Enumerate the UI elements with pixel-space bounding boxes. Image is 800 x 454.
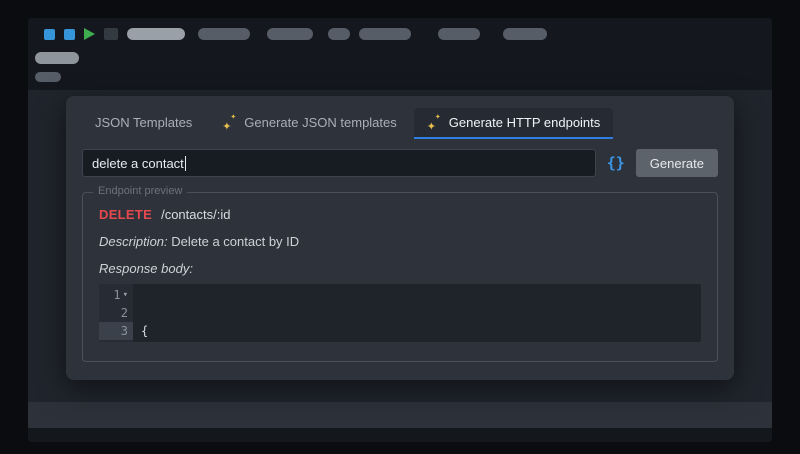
app-window: JSON Templates ✦✦ Generate JSON template… [28,18,772,442]
templates-dialog: JSON Templates ✦✦ Generate JSON template… [66,96,734,380]
blue-square-icon [44,29,55,40]
redacted-button[interactable] [503,28,547,40]
response-body-label: Response body: [99,261,193,276]
generate-button[interactable]: Generate [636,149,718,177]
toolbar [28,18,772,90]
redacted-button[interactable] [267,28,313,40]
endpoint-method-line: DELETE /contacts/:id [99,207,701,222]
gutter-line-3: 3 [99,322,133,340]
code-line: { [141,322,701,340]
tab-generate-http-endpoints[interactable]: ✦✦ Generate HTTP endpoints [414,108,614,139]
tab-label: Generate HTTP endpoints [449,115,601,130]
tab-label: Generate JSON templates [244,115,396,130]
toolbar-row [44,27,547,41]
dialog-tabs: JSON Templates ✦✦ Generate JSON template… [82,108,718,139]
redacted-sidebar-item[interactable] [35,52,79,64]
start-server-icon[interactable] [84,28,95,40]
prompt-input[interactable]: delete a contact [82,149,596,177]
braces-icon[interactable]: {} [606,154,626,172]
editor-code-lines: { "message": "Contact with ID {{faker 'n… [133,284,701,342]
main-area: JSON Templates ✦✦ Generate JSON template… [28,90,772,402]
prompt-row: delete a contact {} Generate [82,149,718,177]
redacted-button[interactable] [359,28,411,40]
endpoint-description: Description: Delete a contact by ID [99,234,701,249]
endpoint-preview: Endpoint preview DELETE /contacts/:id De… [82,192,718,362]
tab-generate-json-templates[interactable]: ✦✦ Generate JSON templates [209,108,409,139]
footer-bar [28,428,772,442]
response-body-label-line: Response body: [99,261,701,276]
sparkle-icon: ✦✦ [222,115,236,130]
redacted-button[interactable] [438,28,480,40]
redacted-label [127,28,185,40]
tab-label: JSON Templates [95,115,192,130]
editor-gutter: 1 ▾ 2 3 [99,284,133,342]
gutter-line-2: 2 [99,304,133,322]
description-value: Delete a contact by ID [171,234,299,249]
prompt-input-value: delete a contact [92,156,184,171]
response-body-editor[interactable]: 1 ▾ 2 3 { "message": "Contact with ID {{… [99,284,701,342]
tab-json-templates[interactable]: JSON Templates [82,108,205,139]
status-bar [28,402,772,428]
blue-square-icon [64,29,75,40]
endpoint-preview-legend: Endpoint preview [93,185,187,197]
text-caret [185,156,186,171]
toolbar-chip[interactable] [104,28,118,40]
endpoint-path: /contacts/:id [161,207,230,222]
redacted-sidebar-item[interactable] [35,72,61,82]
gutter-line-1: 1 ▾ [99,286,133,304]
sparkle-icon: ✦✦ [427,115,441,130]
description-label: Description: [99,234,168,249]
redacted-button[interactable] [328,28,350,40]
redacted-button[interactable] [198,28,250,40]
fold-caret-icon[interactable]: ▾ [123,286,128,304]
http-method: DELETE [99,207,152,222]
